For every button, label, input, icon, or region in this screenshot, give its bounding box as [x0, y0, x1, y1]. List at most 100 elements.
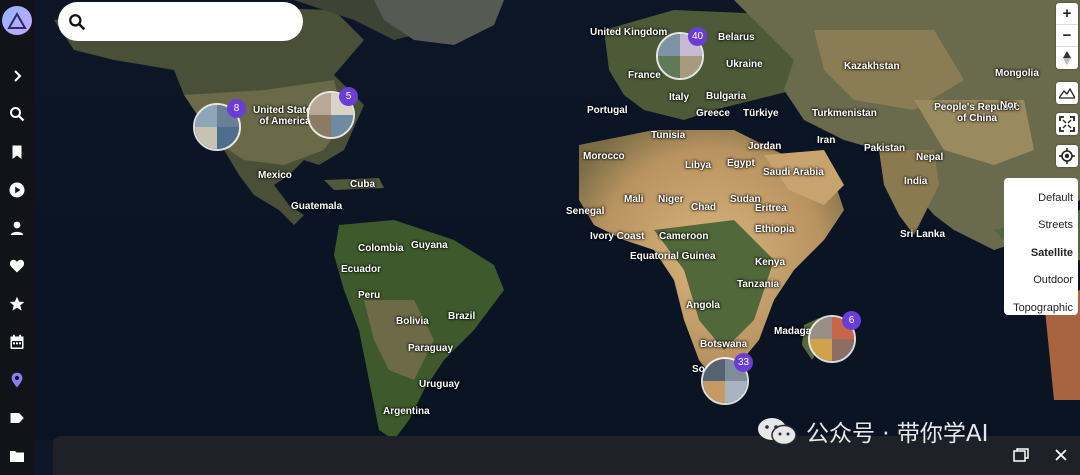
- logo-triangle-icon: [7, 11, 27, 29]
- calendar-icon: [10, 334, 24, 349]
- mountain-icon: [1059, 87, 1075, 99]
- label-eritrea: Eritrea: [755, 203, 787, 214]
- heart-icon: [9, 259, 25, 273]
- map-pin-icon: [11, 372, 23, 388]
- terrain-control: [1056, 82, 1078, 104]
- label-greece: Greece: [696, 108, 730, 119]
- restore-window-icon: [1013, 448, 1029, 462]
- zoom-in-button[interactable]: +: [1056, 3, 1078, 25]
- cluster-count-badge: 40: [688, 27, 708, 46]
- label-argentina: Argentina: [383, 406, 430, 417]
- sidebar-item-expand[interactable]: [0, 57, 34, 95]
- fullscreen-control: [1056, 113, 1078, 135]
- label-brazil: Brazil: [448, 311, 476, 322]
- sidebar-item-tags[interactable]: [0, 399, 34, 437]
- person-icon: [10, 221, 24, 235]
- map-style-menu: Default Streets Satellite Outdoor Topogr…: [1004, 178, 1078, 315]
- world-map[interactable]: United Kingdom Belarus Kazakhstan Mongol…: [34, 0, 1080, 475]
- chevron-right-icon: [14, 70, 22, 82]
- label-italy: Italy: [669, 92, 690, 103]
- cluster-count-badge: 5: [339, 87, 358, 106]
- sidebar-item-calendar[interactable]: [0, 323, 34, 361]
- play-icon: [9, 182, 25, 198]
- photo-cluster[interactable]: 5: [307, 87, 358, 139]
- map-style-option-satellite[interactable]: Satellite: [1004, 239, 1078, 267]
- restore-button[interactable]: [1011, 445, 1031, 465]
- label-saudi-arabia: Saudi Arabia: [763, 167, 824, 178]
- label-cuba: Cuba: [350, 179, 375, 190]
- sidebar-item-bookmarks[interactable]: [0, 133, 34, 171]
- label-senegal: Senegal: [566, 206, 605, 217]
- search-bar[interactable]: [58, 2, 303, 41]
- search-icon: [69, 13, 86, 30]
- sidebar-item-search[interactable]: [0, 95, 34, 133]
- label-tanzania: Tanzania: [737, 279, 780, 290]
- tag-icon: [10, 413, 24, 423]
- map-style-option-outdoor[interactable]: Outdoor: [1004, 267, 1078, 295]
- folder-icon: [10, 451, 24, 463]
- map-style-option-topographic[interactable]: Topographic: [1004, 294, 1078, 322]
- label-guatemala: Guatemala: [291, 201, 343, 212]
- cluster-count-badge: 33: [734, 353, 754, 372]
- label-botswana: Botswana: [700, 339, 748, 350]
- label-morocco: Morocco: [583, 151, 625, 162]
- label-ethiopia: Ethiopia: [755, 224, 795, 235]
- fullscreen-button[interactable]: [1056, 113, 1078, 135]
- watermark-text: 公众号 · 带你学AI: [806, 421, 989, 447]
- locate-button[interactable]: [1056, 145, 1078, 167]
- terrain-button[interactable]: [1056, 82, 1078, 104]
- label-iran: Iran: [817, 135, 836, 146]
- label-libya: Libya: [685, 160, 712, 171]
- watermark: 公众号 · 带你学AI: [756, 416, 989, 447]
- fullscreen-icon: [1059, 116, 1075, 132]
- label-equatorial-guinea: Equatorial Guinea: [630, 251, 716, 262]
- label-guyana: Guyana: [411, 240, 448, 251]
- label-india: India: [904, 176, 928, 187]
- map-style-option-default[interactable]: Default: [1004, 184, 1078, 212]
- label-turkmenistan: Turkmenistan: [812, 108, 877, 119]
- photo-cluster[interactable]: 6: [808, 311, 861, 363]
- label-madagascar: Madaga: [774, 326, 812, 337]
- sidebar-item-videos[interactable]: [0, 171, 34, 209]
- label-cameroon: Cameroon: [659, 231, 709, 242]
- label-nor: Nor: [1000, 100, 1018, 111]
- label-bolivia: Bolivia: [396, 316, 429, 327]
- sidebar-item-map[interactable]: [0, 361, 34, 399]
- sidebar-item-people[interactable]: [0, 209, 34, 247]
- search-icon: [10, 106, 25, 122]
- label-portugal: Portugal: [587, 105, 628, 116]
- photo-cluster[interactable]: 40: [656, 27, 708, 80]
- compass-button[interactable]: [1056, 47, 1078, 69]
- label-chad: Chad: [691, 202, 716, 213]
- sidebar: [0, 0, 34, 475]
- compass-icon: [1063, 51, 1071, 65]
- label-mexico: Mexico: [258, 170, 292, 181]
- app-logo[interactable]: [2, 6, 32, 36]
- search-input[interactable]: [94, 6, 284, 37]
- crosshair-icon: [1059, 148, 1075, 164]
- map-style-option-streets[interactable]: Streets: [1004, 212, 1078, 240]
- label-bulgaria: Bulgaria: [706, 91, 747, 102]
- cluster-count-badge: 8: [227, 99, 246, 118]
- star-icon: [9, 296, 25, 311]
- locate-control: [1056, 145, 1078, 167]
- close-icon: [1055, 449, 1067, 461]
- photo-cluster[interactable]: 8: [193, 99, 246, 151]
- label-tunisia: Tunisia: [651, 130, 686, 141]
- sidebar-item-starred[interactable]: [0, 285, 34, 323]
- photo-cluster[interactable]: 33: [701, 353, 754, 405]
- close-button[interactable]: [1051, 445, 1071, 465]
- label-egypt: Egypt: [727, 158, 755, 169]
- sidebar-item-favorites[interactable]: [0, 247, 34, 285]
- label-kazakhstan: Kazakhstan: [844, 61, 900, 72]
- sidebar-item-folders[interactable]: [0, 437, 34, 475]
- label-uruguay: Uruguay: [419, 379, 460, 390]
- zoom-controls: + −: [1056, 3, 1078, 69]
- label-kenya: Kenya: [755, 257, 786, 268]
- label-sri-lanka: Sri Lanka: [900, 229, 946, 240]
- label-nepal: Nepal: [916, 152, 944, 163]
- label-belarus: Belarus: [718, 32, 755, 43]
- label-turkiye: Türkiye: [743, 108, 779, 119]
- bookmark-icon: [12, 145, 22, 159]
- zoom-out-button[interactable]: −: [1056, 25, 1078, 47]
